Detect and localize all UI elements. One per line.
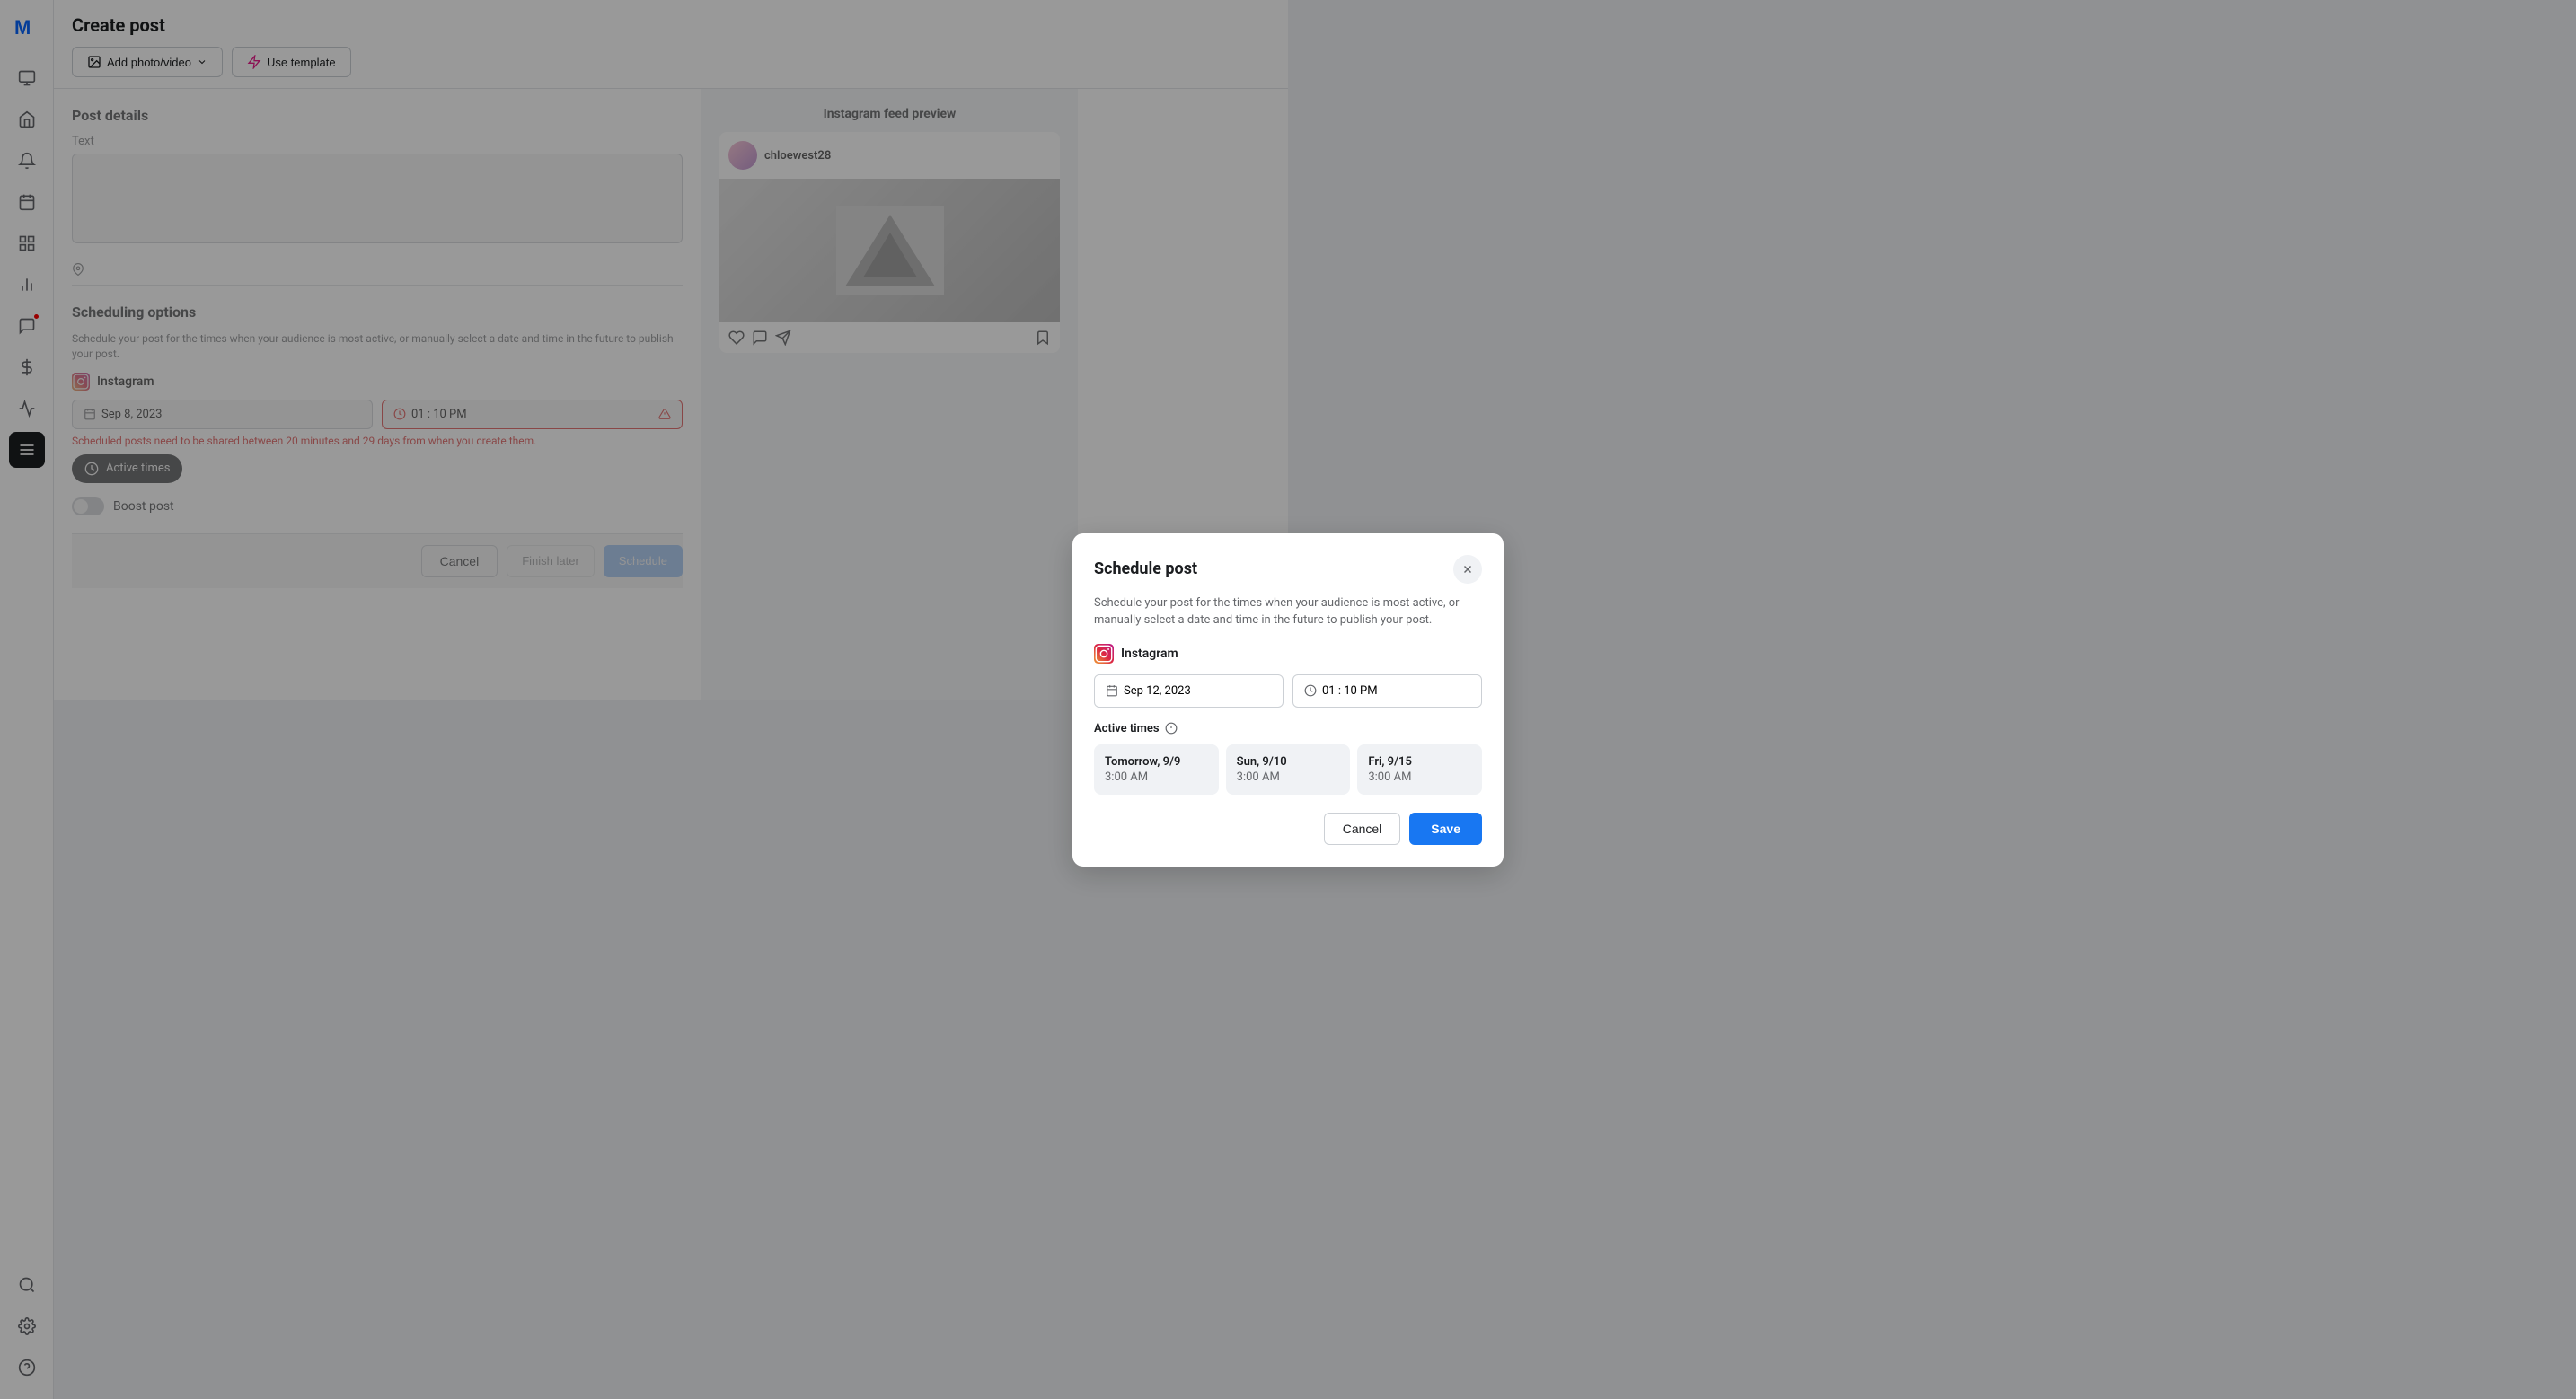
- time-card-2[interactable]: Fri, 9/15 3:00 AM: [1357, 744, 1482, 795]
- close-icon: [1461, 563, 1474, 576]
- time-card-date-1: Sun, 9/10: [1237, 755, 1340, 769]
- modal-time-field[interactable]: 01 : 10 PM: [1292, 674, 1482, 708]
- modal-description: Schedule your post for the times when yo…: [1094, 594, 1482, 629]
- modal-time-value: 01 : 10 PM: [1322, 684, 1378, 698]
- time-card-time-0: 3:00 AM: [1105, 770, 1208, 784]
- modal-cancel-button[interactable]: Cancel: [1324, 813, 1401, 845]
- modal-platform-label: Instagram: [1121, 647, 1178, 661]
- modal-date-time-row: Sep 12, 2023 01 : 10 PM: [1094, 674, 1482, 708]
- time-card-time-1: 3:00 AM: [1237, 770, 1340, 784]
- active-times-section: Active times Tomorrow, 9/9 3:00 AM Sun, …: [1094, 722, 1482, 795]
- modal-date-value: Sep 12, 2023: [1124, 684, 1191, 698]
- modal-clock-icon: [1304, 684, 1317, 697]
- modal-overlay[interactable]: Schedule post Schedule your post for the…: [0, 0, 2576, 1399]
- info-icon: [1165, 722, 1178, 735]
- modal-title: Schedule post: [1094, 559, 1197, 578]
- time-card-0[interactable]: Tomorrow, 9/9 3:00 AM: [1094, 744, 1219, 795]
- time-card-date-2: Fri, 9/15: [1368, 755, 1471, 769]
- time-card-time-2: 3:00 AM: [1368, 770, 1471, 784]
- active-times-section-label: Active times: [1094, 722, 1482, 735]
- modal-platform-row: Instagram: [1094, 644, 1482, 664]
- schedule-modal: Schedule post Schedule your post for the…: [1072, 533, 1504, 867]
- time-card-date-0: Tomorrow, 9/9: [1105, 755, 1208, 769]
- modal-header: Schedule post: [1094, 555, 1482, 584]
- modal-date-field[interactable]: Sep 12, 2023: [1094, 674, 1284, 708]
- modal-footer: Cancel Save: [1094, 813, 1482, 845]
- active-times-cards: Tomorrow, 9/9 3:00 AM Sun, 9/10 3:00 AM …: [1094, 744, 1482, 795]
- modal-calendar-icon: [1106, 684, 1118, 697]
- time-card-1[interactable]: Sun, 9/10 3:00 AM: [1226, 744, 1351, 795]
- modal-save-button[interactable]: Save: [1409, 813, 1482, 845]
- modal-close-button[interactable]: [1453, 555, 1482, 584]
- modal-instagram-icon: [1094, 644, 1114, 664]
